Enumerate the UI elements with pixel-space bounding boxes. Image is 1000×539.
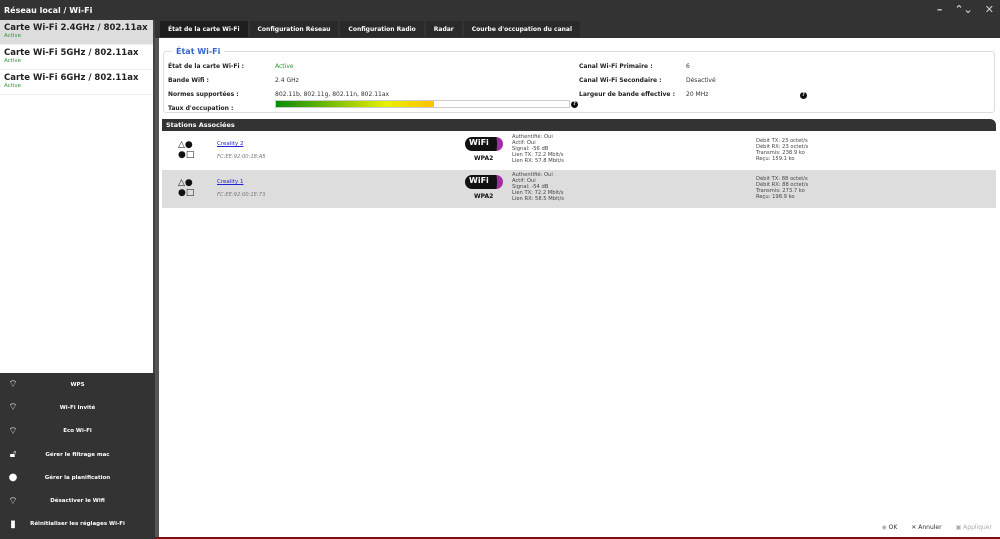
card-2-4ghz[interactable]: Carte Wi-Fi 2.4GHz / 802.11ax Active bbox=[0, 20, 153, 45]
title-bar: Réseau local / Wi-Fi – ⌃⌄ ✕ bbox=[0, 0, 1000, 20]
width-value: 20 MHz bbox=[686, 91, 709, 98]
traffic-info: Débit TX: 88 octet/s Débit RX: 88 octet/s… bbox=[756, 176, 808, 200]
eco-wifi-button[interactable]: ⌔ Eco Wi-Fi bbox=[0, 420, 155, 443]
apply-label: Appliquer bbox=[963, 524, 992, 531]
schedule-button[interactable]: ● Gérer la planification bbox=[0, 466, 155, 489]
wifi-card-list: Carte Wi-Fi 2.4GHz / 802.11ax Active Cart… bbox=[0, 20, 155, 373]
primary-label: Canal Wi-Fi Primaire : bbox=[579, 63, 653, 70]
tab-card-state[interactable]: État de la carte Wi-Fi bbox=[160, 21, 248, 37]
ok-button[interactable]: ◉ OK bbox=[881, 524, 897, 531]
station-row: △● ●□ Creality 1 FC:EE:92:00:1E:73 WiFi W… bbox=[162, 170, 996, 208]
mac-filter-button[interactable]: 🔓︎ Gérer le filtrage mac bbox=[0, 443, 155, 466]
card-status: Active bbox=[4, 33, 22, 39]
occupation-fill bbox=[276, 101, 435, 107]
window-title: Réseau local / Wi-Fi bbox=[4, 6, 93, 15]
card-title: Carte Wi-Fi 6GHz / 802.11ax bbox=[4, 73, 139, 83]
eco-wifi-icon: ⌔ bbox=[8, 425, 18, 437]
tab-network-config[interactable]: Configuration Réseau bbox=[249, 21, 339, 37]
wifi-logo-icon: WiFi bbox=[465, 137, 503, 151]
occupation-label: Taux d'occupation : bbox=[168, 105, 234, 112]
link-rx: Lien RX: 58.5 Mbit/s bbox=[512, 196, 564, 202]
device-icon: △● ●□ bbox=[178, 178, 195, 198]
minimize-button[interactable]: – bbox=[937, 3, 943, 16]
ok-label: OK bbox=[888, 524, 898, 531]
station-row: △● ●□ Creality 2 FC:EE:92:00:18:A5 WiFi W… bbox=[162, 132, 996, 170]
action-label: Désactiver le Wifi bbox=[50, 498, 105, 505]
band-label: Bande Wifi : bbox=[168, 77, 209, 84]
device-icon: △● ●□ bbox=[178, 140, 195, 160]
trash-icon: ▮ bbox=[10, 518, 16, 530]
card-5ghz[interactable]: Carte Wi-Fi 5GHz / 802.11ax Active bbox=[0, 45, 153, 70]
secondary-value: Désactivé bbox=[686, 77, 716, 84]
station-mac: FC:EE:92:00:1E:73 bbox=[217, 192, 266, 198]
link-info: Authentifié: Oui Actif: Oui Signal: -56 dB… bbox=[512, 134, 564, 164]
divider bbox=[155, 38, 159, 539]
wps-icon: ⌔ bbox=[8, 379, 18, 391]
check-icon: ◉ bbox=[881, 524, 889, 531]
link-rx: Lien RX: 57.8 Mbit/s bbox=[512, 158, 564, 164]
station-mac: FC:EE:92:00:18:A5 bbox=[217, 154, 266, 160]
wifi-logo-icon: WiFi bbox=[465, 175, 503, 189]
action-label: Eco Wi-Fi bbox=[63, 428, 92, 435]
action-label: Wi-Fi Invité bbox=[59, 404, 96, 411]
wps-button[interactable]: ⌔ WPS bbox=[0, 373, 155, 396]
station-link[interactable]: Creality 1 bbox=[217, 179, 243, 185]
footer-buttons: ◉ OK ✕ Annuler ▣ Appliquer bbox=[881, 524, 992, 531]
actions-panel: ⌔ WPS ⌔ Wi-Fi Invité ⌔ Eco Wi-Fi 🔓︎ Gérer le… bbox=[0, 373, 155, 539]
cancel-button[interactable]: ✕ Annuler bbox=[911, 524, 941, 531]
action-label: Gérer la planification bbox=[44, 474, 111, 481]
wifi-icon: ⌔ bbox=[8, 495, 18, 507]
norms-value: 802.11b, 802.11g, 802.11n, 802.11ax bbox=[275, 91, 390, 98]
guest-wifi-button[interactable]: ⌔ Wi-Fi Invité bbox=[0, 396, 155, 419]
reset-wifi-button[interactable]: ▮ Réinitialiser les réglages Wi-Fi bbox=[0, 513, 155, 536]
action-label: Réinitialiser les réglages Wi-Fi bbox=[30, 521, 125, 528]
main-panel: État de la carte Wi-Fi Configuration Rés… bbox=[155, 20, 1000, 539]
close-button[interactable]: ✕ bbox=[985, 3, 994, 16]
link-info: Authentifié: Oui Actif: Oui Signal: -54 dB… bbox=[512, 172, 564, 202]
received: Reçu: 159.1 ko bbox=[756, 156, 795, 162]
help-icon[interactable]: ? bbox=[800, 92, 807, 99]
help-icon[interactable]: ? bbox=[571, 101, 578, 108]
secondary-label: Canal Wi-Fi Secondaire : bbox=[579, 77, 662, 84]
disable-wifi-button[interactable]: ⌔ Désactiver le Wifi bbox=[0, 489, 155, 512]
state-label: État de la carte Wi-Fi : bbox=[168, 63, 245, 70]
primary-value: 6 bbox=[686, 63, 690, 70]
band-value: 2.4 GHz bbox=[275, 77, 299, 84]
card-status: Active bbox=[4, 58, 22, 64]
card-6ghz[interactable]: Carte Wi-Fi 6GHz / 802.11ax Active bbox=[0, 70, 153, 95]
wifi-icon: ⌔ bbox=[8, 402, 18, 414]
norms-label: Normes supportées : bbox=[168, 91, 239, 98]
security: WPA2 bbox=[474, 193, 494, 200]
section-title: État Wi-Fi bbox=[176, 47, 221, 56]
tab-radar[interactable]: Radar bbox=[425, 21, 462, 37]
state-value: Active bbox=[275, 63, 294, 70]
stations-header: Stations Associées bbox=[162, 119, 996, 131]
action-label: WPS bbox=[70, 381, 85, 388]
action-label: Gérer le filtrage mac bbox=[45, 451, 110, 458]
width-label: Largeur de bande effective : bbox=[579, 91, 675, 98]
received: Reçu: 198.9 ko bbox=[756, 194, 795, 200]
apply-button[interactable]: ▣ Appliquer bbox=[956, 524, 992, 531]
occupation-bar bbox=[275, 100, 570, 108]
lock-icon: 🔓︎ bbox=[9, 449, 17, 461]
clock-icon: ● bbox=[8, 472, 18, 484]
station-link[interactable]: Creality 2 bbox=[217, 141, 243, 147]
security: WPA2 bbox=[474, 155, 494, 162]
traffic-info: Débit TX: 23 octet/s Débit RX: 23 octet/s… bbox=[756, 138, 808, 162]
card-title: Carte Wi-Fi 5GHz / 802.11ax bbox=[4, 48, 139, 58]
tab-bar: État de la carte Wi-Fi Configuration Rés… bbox=[155, 20, 1000, 38]
tab-radio-config[interactable]: Configuration Radio bbox=[340, 21, 424, 37]
tab-channel-curve[interactable]: Courbe d'occupation du canal bbox=[463, 21, 581, 37]
restore-button[interactable]: ⌃⌄ bbox=[954, 3, 972, 16]
card-title: Carte Wi-Fi 2.4GHz / 802.11ax bbox=[4, 23, 148, 33]
card-status: Active bbox=[4, 83, 22, 89]
cancel-label: Annuler bbox=[918, 524, 942, 531]
